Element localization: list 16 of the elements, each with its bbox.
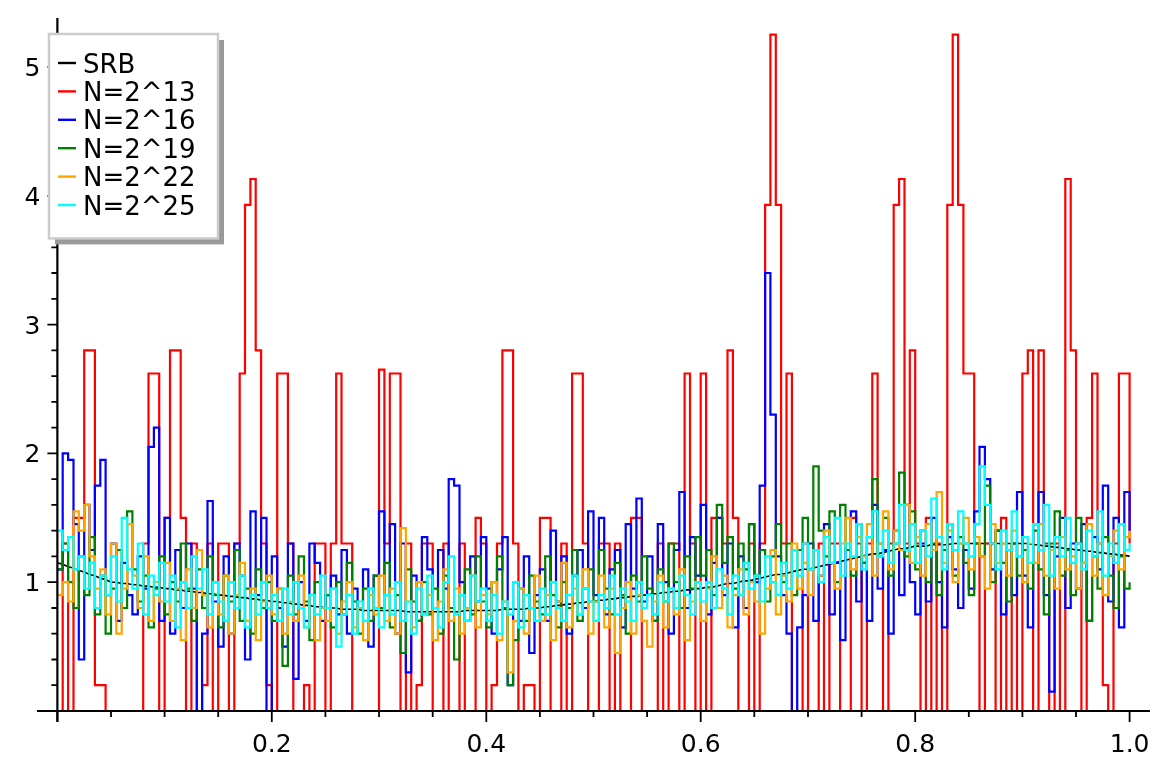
legend-label: N=2^22 (83, 162, 196, 193)
legend-label: N=2^19 (83, 133, 196, 164)
y-tick-label: 4 (24, 181, 41, 211)
legend-label: N=2^13 (83, 76, 196, 107)
y-tick-label: 3 (24, 310, 41, 340)
x-tick-label: 0.6 (680, 729, 721, 758)
x-tick-label: 0.8 (895, 729, 936, 758)
legend-label: SRB (83, 48, 136, 79)
y-tick-label: 5 (24, 52, 41, 82)
x-tick-label: 0.4 (466, 729, 507, 758)
x-tick-label: 0.2 (251, 729, 292, 758)
legend-label: N=2^16 (83, 105, 196, 136)
y-tick-label: 1 (24, 568, 41, 598)
legend-label: N=2^25 (83, 190, 196, 221)
y-tick-label: 2 (24, 439, 41, 469)
x-tick-label: 1.0 (1109, 729, 1150, 758)
